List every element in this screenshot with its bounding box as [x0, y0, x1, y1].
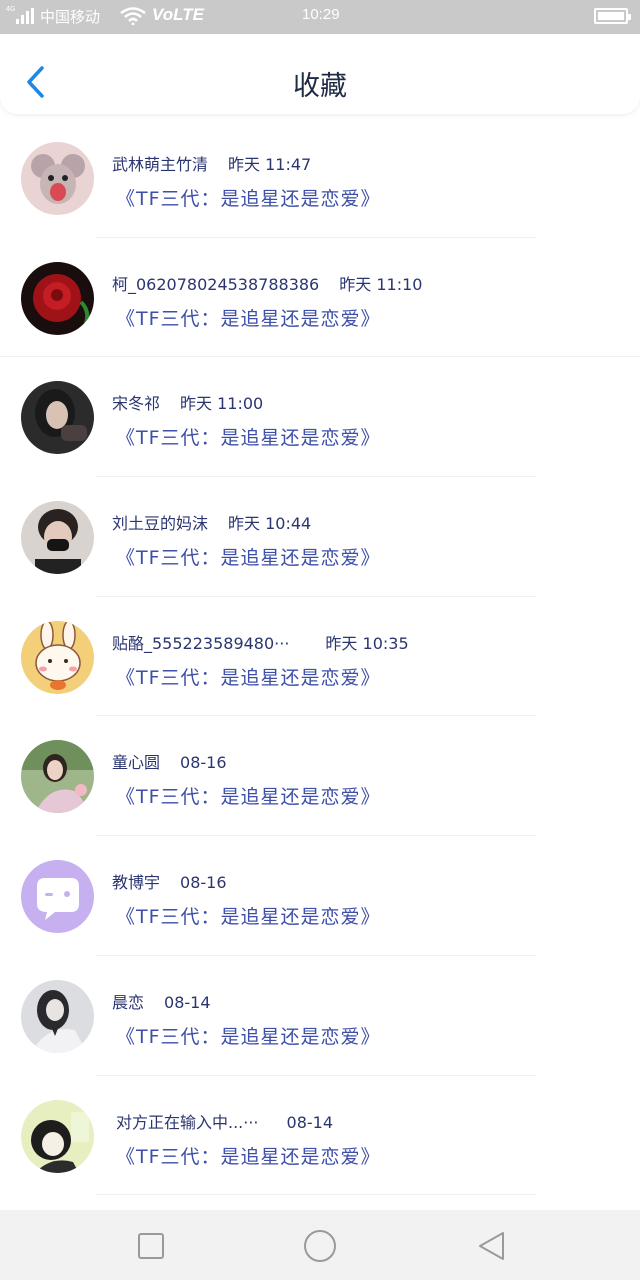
item-meta: 柯_062078024538788386 昨天 11:10: [112, 271, 422, 295]
favorite-title[interactable]: 《TF三代：是追星还是恋爱》: [116, 902, 381, 929]
item-time: 昨天 10:35: [325, 633, 409, 653]
masked-boy-avatar[interactable]: [21, 501, 94, 575]
list-item[interactable]: 宋冬祁 昨天 11:00 《TF三代：是追星还是恋爱》: [0, 357, 640, 478]
user-name: 武林萌主竹清: [112, 155, 209, 174]
system-back-button[interactable]: [472, 1226, 512, 1266]
item-meta: 刘土豆的妈沫 昨天 10:44: [112, 510, 311, 534]
list-item[interactable]: 教博宇 08-16 《TF三代：是追星还是恋爱》: [0, 836, 640, 956]
triangle-back-icon: [479, 1232, 504, 1260]
girl-photo-avatar[interactable]: [21, 381, 94, 455]
divider: [96, 1194, 536, 1196]
manga-girl-avatar[interactable]: [21, 1099, 94, 1173]
list-item[interactable]: 柯_062078024538788386 昨天 11:10 《TF三代：是追星还是…: [0, 238, 640, 358]
item-meta: 教博宇 08-16: [112, 869, 227, 893]
list-item[interactable]: 晨恋 08-14 《TF三代：是追星还是恋爱》: [0, 956, 640, 1076]
list-item[interactable]: 对方正在输入中...··· 08-14 《TF三代：是追星还是恋爱》: [0, 1076, 640, 1196]
item-time: 昨天 11:00: [180, 394, 264, 414]
favorite-title[interactable]: 《TF三代：是追星还是恋爱》: [116, 543, 381, 570]
user-name: 贴酪_555223589480···: [112, 633, 290, 653]
item-time: 08-14: [286, 1112, 334, 1132]
page-title: 收藏: [293, 71, 347, 102]
list-item[interactable]: 贴酪_555223589480··· 昨天 10:35 《TF三代：是追星还是恋爱…: [0, 597, 640, 717]
user-name: 刘土豆的妈沫: [112, 514, 209, 534]
favorite-title[interactable]: 《TF三代：是追星还是恋爱》: [116, 663, 381, 690]
list-item[interactable]: 武林萌主竹清 昨天 11:47 《TF三代：是追星还是恋爱》: [0, 118, 640, 238]
favorite-title[interactable]: 《TF三代：是追星还是恋爱》: [116, 423, 381, 450]
status-bar: 4G 中国移动 VoLTE 10:29: [0, 0, 640, 34]
item-time: 昨天 11:47: [228, 155, 312, 174]
chat-bubble-avatar[interactable]: [21, 860, 94, 934]
list-item[interactable]: 童心圆 08-16 《TF三代：是追星还是恋爱》: [0, 716, 640, 837]
favorite-title[interactable]: 《TF三代：是追星还是恋爱》: [116, 304, 381, 331]
status-time: 10:29: [302, 6, 340, 23]
item-meta: 宋冬祁 昨天 11:00: [112, 390, 263, 414]
circle-icon: [304, 1230, 336, 1262]
girl-bw-avatar[interactable]: [21, 979, 94, 1053]
favorite-title[interactable]: 《TF三代：是追星还是恋爱》: [116, 1022, 381, 1049]
user-name: 童心圆: [112, 753, 161, 773]
favorites-list: 武林萌主竹清 昨天 11:47 《TF三代：是追星还是恋爱》 柯_06207802…: [0, 118, 640, 1196]
carrier-name: 中国移动: [40, 9, 101, 26]
item-meta: 童心圆 08-16: [112, 749, 227, 773]
item-meta: 武林萌主竹清 昨天 11:47: [112, 151, 311, 175]
user-name: 柯_062078024538788386: [112, 274, 320, 294]
favorite-title[interactable]: 《TF三代：是追星还是恋爱》: [116, 782, 381, 809]
header: 收藏: [0, 34, 640, 114]
volte-label: VoLTE: [152, 5, 204, 24]
girl-garden-avatar[interactable]: [21, 740, 94, 814]
home-button[interactable]: [300, 1226, 340, 1266]
square-icon: [138, 1233, 164, 1259]
user-name: 对方正在输入中...···: [116, 1112, 259, 1132]
recents-button[interactable]: [131, 1226, 171, 1266]
signal-icon: [16, 8, 34, 24]
battery-icon: [594, 8, 631, 24]
item-meta: 贴酪_555223589480··· 昨天 10:35: [112, 630, 409, 654]
item-meta: 晨恋 08-14: [112, 989, 211, 1013]
list-item[interactable]: 刘土豆的妈沫 昨天 10:44 《TF三代：是追星还是恋爱》: [0, 477, 640, 597]
favorite-title[interactable]: 《TF三代：是追星还是恋爱》: [116, 1142, 381, 1169]
user-name: 宋冬祁: [112, 394, 161, 414]
red-rose-avatar[interactable]: [21, 261, 94, 335]
cartoon-mouse-avatar[interactable]: [21, 142, 94, 215]
system-nav-bar: [0, 1210, 640, 1280]
item-time: 昨天 11:10: [339, 274, 423, 294]
battery-level: [598, 12, 624, 20]
user-name: 晨恋: [112, 992, 145, 1012]
wifi-icon: [120, 7, 146, 25]
item-meta: 对方正在输入中...··· 08-14: [112, 1109, 333, 1133]
item-time: 08-14: [164, 992, 211, 1012]
user-name: 教博宇: [112, 873, 161, 893]
item-time: 08-16: [180, 873, 227, 893]
item-time: 08-16: [180, 753, 227, 773]
item-time: 昨天 10:44: [228, 514, 312, 534]
bunny-cartoon-avatar[interactable]: [21, 620, 94, 694]
network-type: 4G: [6, 6, 16, 13]
favorite-title[interactable]: 《TF三代：是追星还是恋爱》: [116, 184, 381, 211]
